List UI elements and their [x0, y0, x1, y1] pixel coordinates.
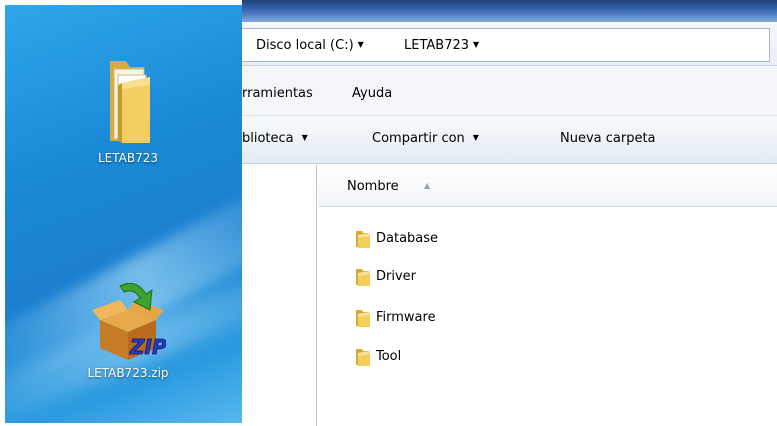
sort-ascending-icon: ▲: [424, 181, 431, 190]
desktop: LETAB723 ZIP LETAB723.zip: [5, 5, 242, 423]
chevron-down-icon: ▼: [301, 133, 308, 142]
menu-item-herramientas[interactable]: rramientas: [242, 86, 313, 101]
chevron-down-icon[interactable]: ▼: [473, 40, 479, 49]
breadcrumb-label: LETAB723: [404, 38, 470, 53]
desktop-icon-letab723-folder[interactable]: LETAB723: [68, 55, 188, 165]
menu-bar: rramientas Ayuda: [242, 66, 777, 116]
file-name: Driver: [376, 269, 417, 284]
file-name: Firmware: [376, 310, 436, 325]
file-name: Database: [376, 231, 439, 246]
folder-icon: [110, 61, 150, 143]
new-folder-button[interactable]: Nueva carpeta: [560, 131, 656, 146]
chevron-down-icon: ▼: [472, 133, 479, 142]
command-bar: blioteca ▼ Compartir con ▼ Nueva carpeta: [242, 116, 777, 164]
breadcrumb-item-disco-local[interactable]: Disco local (C:) ▼: [256, 38, 364, 53]
chevron-down-icon[interactable]: ▼: [358, 40, 364, 49]
zip-archive-icon: ZIP: [92, 282, 166, 360]
column-header-row: Nombre ▲: [318, 165, 777, 207]
navigation-pane[interactable]: [242, 165, 317, 426]
address-bar: Disco local (C:) ▼ LETAB723 ▼: [242, 22, 777, 66]
column-header-name[interactable]: Nombre: [347, 179, 399, 194]
file-name: Tool: [376, 349, 402, 364]
menu-item-ayuda[interactable]: Ayuda: [352, 86, 392, 101]
title-bar: [242, 0, 777, 22]
desktop-icon-label: LETAB723: [97, 151, 158, 165]
folder-icon: [356, 269, 370, 286]
share-with-button[interactable]: Compartir con ▼: [372, 131, 479, 146]
desktop-icon-letab723-zip[interactable]: ZIP LETAB723.zip: [68, 280, 188, 380]
address-field[interactable]: Disco local (C:) ▼ LETAB723 ▼: [242, 28, 770, 62]
command-label: Compartir con: [372, 131, 465, 146]
include-in-library-button[interactable]: blioteca ▼: [242, 131, 308, 146]
folder-icon: [356, 231, 370, 248]
breadcrumb-label: Disco local (C:): [256, 38, 354, 53]
breadcrumb-item-letab723[interactable]: LETAB723 ▼: [404, 38, 479, 53]
desktop-icon-label: LETAB723.zip: [87, 366, 169, 380]
file-list: Nombre ▲ Database Driver Firmware Tool: [318, 165, 777, 426]
folder-icon: [356, 349, 370, 366]
command-label: blioteca: [242, 131, 294, 146]
svg-text:ZIP: ZIP: [129, 335, 166, 359]
folder-icon: [356, 310, 370, 327]
explorer-window: Disco local (C:) ▼ LETAB723 ▼ rramientas A…: [242, 0, 777, 426]
